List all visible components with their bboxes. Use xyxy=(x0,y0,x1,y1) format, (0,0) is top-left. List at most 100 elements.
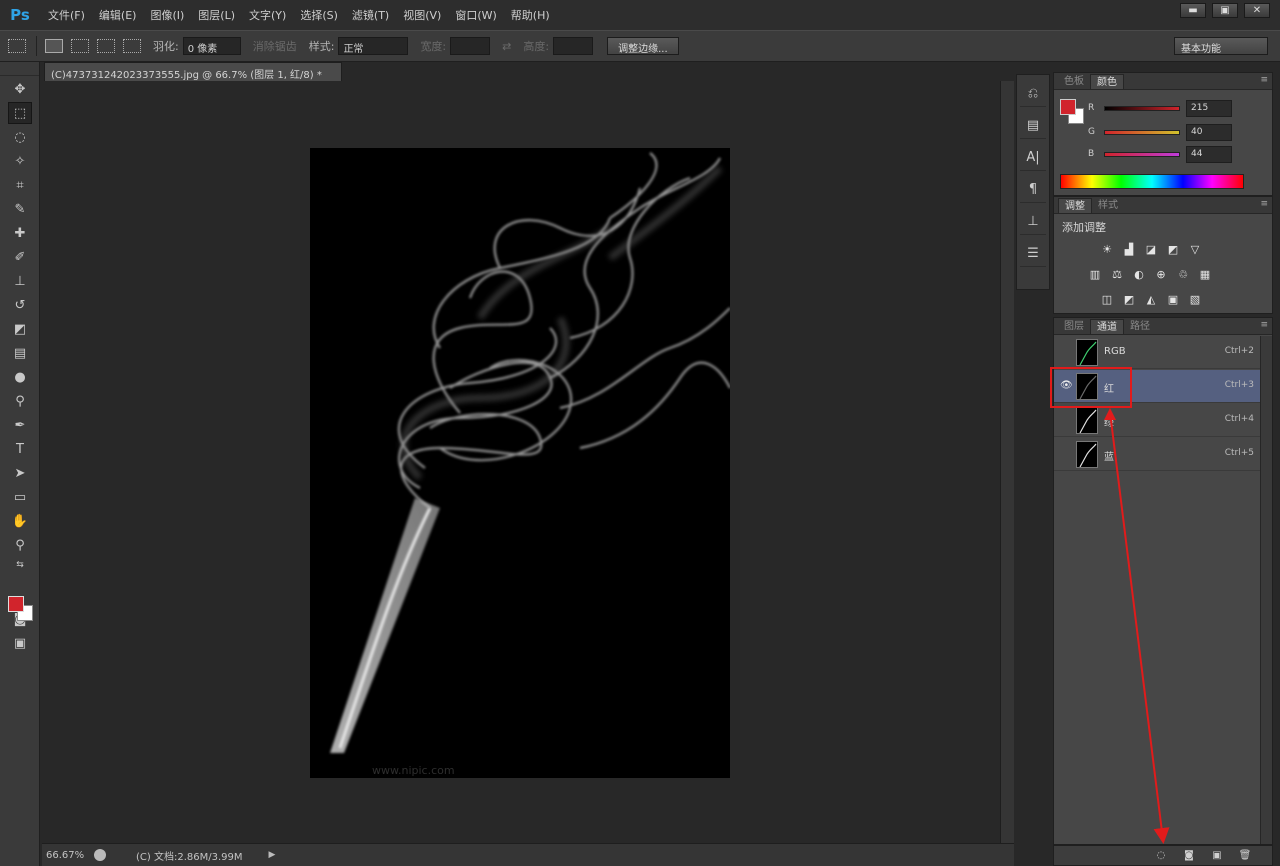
channel-row-rgb[interactable]: RGB Ctrl+2 xyxy=(1054,336,1260,369)
menu-window[interactable]: 窗口(W) xyxy=(455,7,496,23)
swap-dimensions-icon[interactable]: ⇄ xyxy=(502,40,511,53)
panel-menu-icon[interactable]: ≡ xyxy=(1260,320,1268,330)
tab-layers[interactable]: 图层 xyxy=(1058,319,1090,334)
menu-layer[interactable]: 图层(L) xyxy=(198,7,235,23)
load-channel-as-selection-icon[interactable]: ◌ xyxy=(1154,850,1168,862)
character-panel-icon[interactable]: A| xyxy=(1020,145,1046,171)
menu-type[interactable]: 文字(Y) xyxy=(249,7,286,23)
channel-mixer-icon[interactable]: ♲ xyxy=(1174,266,1192,282)
menu-file[interactable]: 文件(F) xyxy=(48,7,85,23)
new-channel-icon[interactable]: ▣ xyxy=(1210,850,1224,862)
menu-help[interactable]: 帮助(H) xyxy=(511,7,550,23)
menu-select[interactable]: 选择(S) xyxy=(300,7,338,23)
menu-image[interactable]: 图像(I) xyxy=(150,7,184,23)
hand-tool-icon[interactable]: ✋ xyxy=(8,510,32,532)
selective-color-icon[interactable]: ▣ xyxy=(1164,291,1182,307)
channel-row-blue[interactable]: 蓝 Ctrl+5 xyxy=(1054,438,1260,471)
eyedropper-tool-icon[interactable]: ✎ xyxy=(8,198,32,220)
document-image[interactable]: www.nipic.com xyxy=(310,148,730,778)
menu-edit[interactable]: 编辑(E) xyxy=(99,7,137,23)
paragraph-panel-icon[interactable]: ¶ xyxy=(1020,177,1046,203)
rectangular-marquee-tool-icon[interactable]: ⬚ xyxy=(8,102,32,124)
healing-brush-tool-icon[interactable]: ✚ xyxy=(8,222,32,244)
rectangle-tool-icon[interactable]: ▭ xyxy=(8,486,32,508)
quick-selection-tool-icon[interactable]: ✧ xyxy=(8,150,32,172)
antialias-checkbox[interactable]: 消除锯齿 xyxy=(253,38,297,54)
delete-channel-icon[interactable]: 🗑 xyxy=(1238,850,1252,862)
height-input[interactable] xyxy=(553,37,594,55)
tab-styles[interactable]: 样式 xyxy=(1092,198,1124,213)
maximize-button[interactable]: ▣ xyxy=(1212,3,1238,18)
dodge-tool-icon[interactable]: ⚲ xyxy=(8,390,32,412)
posterize-icon[interactable]: ◩ xyxy=(1120,291,1138,307)
visibility-eye-icon[interactable] xyxy=(1060,414,1072,426)
save-selection-as-channel-icon[interactable]: ◙ xyxy=(1182,850,1196,862)
gradient-map-icon[interactable]: ▧ xyxy=(1186,291,1204,307)
crop-tool-icon[interactable]: ⌗ xyxy=(8,174,32,196)
intersect-selection-icon[interactable] xyxy=(123,39,141,53)
panel-menu-icon[interactable]: ≡ xyxy=(1260,75,1268,85)
screen-mode-icon[interactable]: ▣ xyxy=(8,632,32,654)
workspace-select[interactable]: 基本功能 xyxy=(1174,37,1268,55)
brightness-contrast-icon[interactable]: ☀ xyxy=(1098,241,1116,257)
hue-saturation-icon[interactable]: ▥ xyxy=(1086,266,1104,282)
status-menu-arrow-icon[interactable]: ▶ xyxy=(269,850,276,860)
clone-source-panel-icon[interactable]: ⊥ xyxy=(1020,209,1046,235)
clone-stamp-tool-icon[interactable]: ⊥ xyxy=(8,270,32,292)
type-tool-icon[interactable]: T xyxy=(8,438,32,460)
brush-tool-icon[interactable]: ✐ xyxy=(8,246,32,268)
color-spectrum-ramp[interactable] xyxy=(1060,174,1244,189)
zoom-tool-icon[interactable]: ⚲ xyxy=(8,534,32,556)
black-white-icon[interactable]: ◐ xyxy=(1130,266,1148,282)
red-slider[interactable] xyxy=(1104,105,1180,111)
pen-tool-icon[interactable]: ✒ xyxy=(8,414,32,436)
lasso-tool-icon[interactable]: ◌ xyxy=(8,126,32,148)
blue-slider[interactable] xyxy=(1104,151,1180,157)
curves-icon[interactable]: ◪ xyxy=(1142,241,1160,257)
status-info-icon[interactable] xyxy=(94,849,106,861)
move-tool-icon[interactable]: ✥ xyxy=(8,78,32,100)
visibility-eye-icon[interactable] xyxy=(1060,346,1072,358)
document-tab[interactable]: (C)473731242023373555.jpg @ 66.7% (图层 1,… xyxy=(44,62,342,81)
menu-view[interactable]: 视图(V) xyxy=(403,7,441,23)
refine-edge-button[interactable]: 调整边缘... xyxy=(607,37,679,55)
channel-row-green[interactable]: 绿 Ctrl+4 xyxy=(1054,404,1260,437)
foreground-color-swatch[interactable] xyxy=(8,596,24,612)
tool-preset-marquee-icon[interactable] xyxy=(8,39,26,53)
tab-channels[interactable]: 通道 xyxy=(1090,319,1124,334)
properties-panel-icon[interactable]: ▤ xyxy=(1020,113,1046,139)
panel-menu-icon[interactable]: ≡ xyxy=(1260,199,1268,209)
zoom-level[interactable]: 66.67% xyxy=(46,850,90,861)
width-input[interactable] xyxy=(450,37,491,55)
tab-swatches[interactable]: 色板 xyxy=(1058,74,1090,89)
history-panel-icon[interactable]: ⎌ xyxy=(1020,81,1046,107)
eraser-tool-icon[interactable]: ◩ xyxy=(8,318,32,340)
style-select[interactable]: 正常 xyxy=(338,37,409,55)
vibrance-icon[interactable]: ▽ xyxy=(1186,241,1204,257)
close-button[interactable]: ✕ xyxy=(1244,3,1270,18)
tab-paths[interactable]: 路径 xyxy=(1124,319,1156,334)
subtract-from-selection-icon[interactable] xyxy=(97,39,115,53)
swap-colors-icon[interactable]: ⇆ xyxy=(8,558,32,572)
green-value-input[interactable]: 40 xyxy=(1186,123,1232,141)
tab-color[interactable]: 颜色 xyxy=(1090,74,1124,89)
visibility-eye-icon[interactable] xyxy=(1060,448,1072,460)
gradient-tool-icon[interactable]: ▤ xyxy=(8,342,32,364)
threshold-icon[interactable]: ◭ xyxy=(1142,291,1160,307)
blur-tool-icon[interactable]: ● xyxy=(8,366,32,388)
levels-icon[interactable]: ▟ xyxy=(1120,241,1138,257)
color-foreground-swatch[interactable] xyxy=(1060,99,1076,115)
tool-presets-panel-icon[interactable]: ☰ xyxy=(1020,241,1046,267)
minimize-button[interactable]: ▬ xyxy=(1180,3,1206,18)
exposure-icon[interactable]: ◩ xyxy=(1164,241,1182,257)
red-value-input[interactable]: 215 xyxy=(1186,99,1232,117)
photo-filter-icon[interactable]: ⊕ xyxy=(1152,266,1170,282)
panel-grip[interactable] xyxy=(0,62,39,76)
feather-input[interactable]: 0 像素 xyxy=(182,37,241,55)
invert-icon[interactable]: ◫ xyxy=(1098,291,1116,307)
color-lookup-icon[interactable]: ▦ xyxy=(1196,266,1214,282)
add-to-selection-icon[interactable] xyxy=(71,39,89,53)
canvas-scrollbar[interactable] xyxy=(1000,81,1014,843)
channels-scrollbar[interactable] xyxy=(1260,336,1272,844)
color-balance-icon[interactable]: ⚖ xyxy=(1108,266,1126,282)
